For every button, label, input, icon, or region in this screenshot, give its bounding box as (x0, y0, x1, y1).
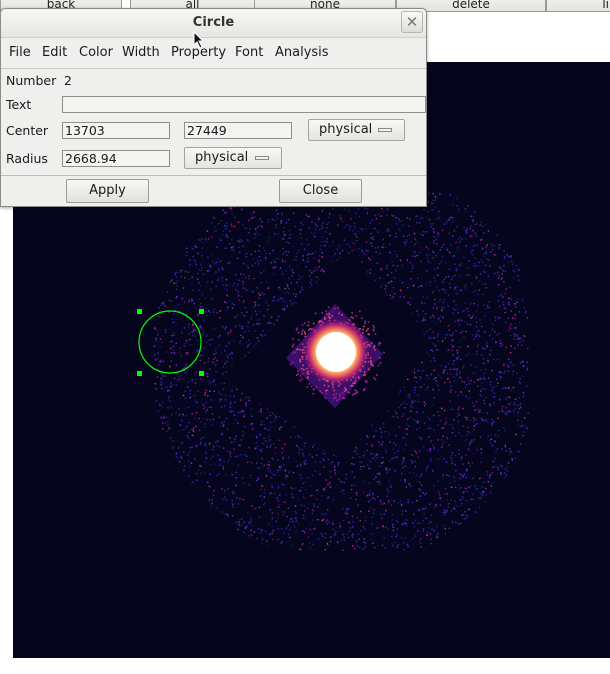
region-handle-br[interactable] (199, 371, 204, 376)
center-coord-value: physical (319, 122, 373, 137)
number-label: Number (6, 73, 57, 88)
radius-coord-select[interactable]: physical (184, 147, 282, 169)
circle-dialog: Circle ✕ File Edit Color Width Property … (0, 8, 427, 207)
option-menu-indicator-icon (255, 156, 269, 160)
region-handle-bl[interactable] (137, 371, 142, 376)
radius-label: Radius (6, 151, 48, 166)
number-value: 2 (64, 73, 72, 88)
radius-coord-value: physical (195, 150, 249, 165)
center-label: Center (6, 123, 49, 138)
menu-analysis[interactable]: Analysis (275, 45, 329, 60)
text-label: Text (6, 97, 32, 112)
menu-width[interactable]: Width (122, 45, 160, 60)
list-button[interactable]: li (546, 0, 610, 12)
text-input[interactable] (62, 96, 426, 113)
region-handle-tl[interactable] (137, 309, 142, 314)
dialog-title: Circle (192, 15, 235, 30)
close-icon[interactable]: ✕ (401, 11, 423, 33)
menu-bar: File Edit Color Width Property Font Anal… (1, 38, 426, 69)
dialog-titlebar[interactable]: Circle ✕ (1, 9, 426, 38)
close-button[interactable]: Close (279, 179, 362, 203)
menu-edit[interactable]: Edit (42, 45, 67, 60)
apply-button[interactable]: Apply (66, 179, 149, 203)
region-handle-tr[interactable] (199, 309, 204, 314)
center-y-input[interactable]: 27449 (184, 122, 292, 139)
radius-input[interactable]: 2668.94 (62, 150, 170, 167)
center-x-input[interactable]: 13703 (62, 122, 170, 139)
option-menu-indicator-icon (378, 128, 392, 132)
menu-color[interactable]: Color (79, 45, 113, 60)
center-coord-select[interactable]: physical (308, 119, 405, 141)
button-separator (1, 175, 426, 176)
mouse-cursor-icon (193, 31, 205, 49)
menu-file[interactable]: File (9, 45, 31, 60)
source-core (316, 332, 356, 372)
menu-font[interactable]: Font (235, 45, 263, 60)
